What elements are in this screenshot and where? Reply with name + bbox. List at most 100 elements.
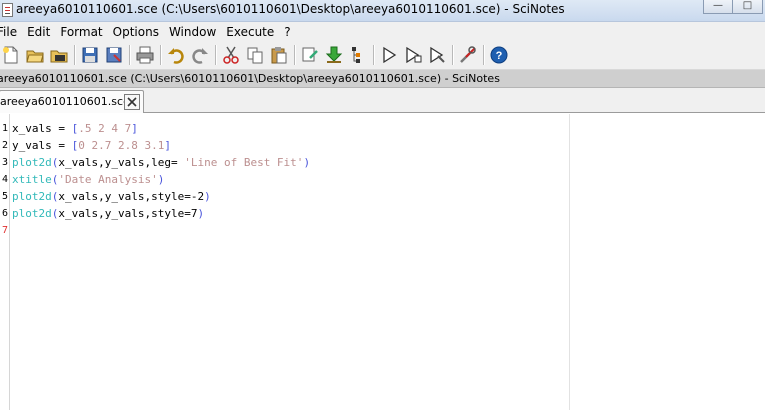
line-number-gutter: 1 2 3 4 5 6 7 (0, 114, 10, 410)
undo-icon (168, 48, 184, 64)
code-token-eq: = (51, 122, 72, 135)
tab-close-button[interactable] (124, 94, 140, 110)
load-into-scilab-icon (325, 46, 343, 63)
open-recent-icon (50, 50, 68, 63)
toolbar: ? (0, 41, 765, 70)
menu-options[interactable]: Options (108, 25, 164, 39)
tab-bar: areeya6010110601.sce (0, 88, 765, 113)
find-replace-icon (302, 47, 318, 62)
paste-button[interactable] (268, 44, 290, 66)
code-line[interactable]: x_vals = [.5 2 4 7] (12, 120, 138, 137)
code-line[interactable]: plot2d(x_vals,y_vals,style=7) (12, 205, 204, 222)
minimize-icon: — (713, 0, 723, 11)
code-token-func: xtitle (12, 173, 52, 186)
file-path-bar: areeya6010110601.sce (C:\Users\601011060… (0, 70, 765, 88)
code-token-ident: x_vals,y_vals,leg= (58, 156, 185, 169)
menu-help[interactable]: ? (279, 25, 295, 39)
code-token-br: ) (204, 190, 211, 203)
code-token-ident: y_vals (12, 139, 52, 152)
new-file-button[interactable] (0, 44, 22, 66)
preferences-button[interactable] (457, 44, 479, 66)
execute-icon (383, 46, 397, 64)
svg-text:?: ? (496, 50, 503, 62)
toolbar-separator (160, 45, 161, 65)
code-token-ident: x_vals (12, 122, 52, 135)
line-number: 6 (1, 208, 8, 219)
cut-button[interactable] (220, 44, 242, 66)
copy-icon (247, 47, 263, 64)
tab-areeya6010110601-sce[interactable]: areeya6010110601.sce (0, 90, 144, 113)
toolbar-separator (74, 45, 75, 65)
code-editor[interactable]: 1 2 3 4 5 6 7 x_vals = [.5 2 4 7] y_vals = [0 2… (0, 114, 765, 410)
load-into-scilab-button[interactable] (323, 44, 345, 66)
execute-until-button[interactable] (402, 44, 424, 66)
copy-button[interactable] (244, 44, 266, 66)
code-token-br: ) (157, 173, 165, 186)
menu-window[interactable]: Window (164, 25, 221, 39)
menu-execute[interactable]: Execute (221, 25, 279, 39)
code-line[interactable]: xtitle('Date Analysis') (12, 171, 164, 188)
help-button[interactable]: ? (488, 44, 510, 66)
help-icon: ? (490, 46, 508, 64)
save-button[interactable] (79, 44, 101, 66)
minimize-button[interactable]: — (703, 0, 733, 14)
code-line[interactable]: plot2d(x_vals,y_vals,style=-2) (12, 188, 211, 205)
open-folder-icon (26, 50, 44, 63)
toolbar-separator (483, 45, 484, 65)
save-as-icon (106, 47, 122, 63)
execute-file-icon (430, 46, 445, 64)
redo-button[interactable] (189, 44, 211, 66)
code-token-num: 0 2.7 2.8 3.1 (78, 139, 165, 152)
code-token-func: plot2d (12, 156, 52, 169)
scinotes-app-icon (2, 3, 13, 17)
close-icon (127, 97, 137, 107)
file-path-label: areeya6010110601.sce (C:\Users\601011060… (0, 72, 500, 85)
code-token-br: ) (303, 156, 311, 169)
code-token-func: plot2d (12, 207, 52, 220)
code-token-func: plot2d (12, 190, 52, 203)
preferences-icon (460, 46, 476, 63)
toolbar-separator (373, 45, 374, 65)
toolbar-separator (215, 45, 216, 65)
open-file-button[interactable] (24, 44, 46, 66)
line-number: 5 (1, 191, 8, 202)
menu-edit[interactable]: Edit (22, 25, 55, 39)
open-recent-button[interactable] (48, 44, 70, 66)
code-token-str: 'Line of Best Fit' (184, 156, 304, 169)
new-file-icon (3, 46, 18, 64)
line-number: 3 (1, 157, 8, 168)
print-icon (136, 46, 154, 64)
menu-format[interactable]: Format (55, 25, 107, 39)
save-icon (82, 47, 98, 63)
execute-until-icon (406, 46, 422, 64)
maximize-button[interactable]: □ (733, 0, 763, 14)
code-token-num: .5 2 4 7 (78, 122, 132, 135)
title-bar: areeya6010110601.sce (C:\Users\601011060… (0, 0, 765, 22)
code-token-ident: x_vals,y_vals,style=-2 (58, 190, 205, 203)
line-number: 4 (1, 174, 8, 185)
find-replace-button[interactable] (299, 44, 321, 66)
code-token-eq: = (51, 139, 72, 152)
variable-browser-button[interactable] (347, 44, 369, 66)
code-token-br: ] (131, 122, 138, 135)
redo-icon (192, 48, 208, 64)
execute-file-button[interactable] (426, 44, 448, 66)
menu-file[interactable]: File (0, 25, 22, 39)
execute-button[interactable] (378, 44, 400, 66)
code-line[interactable]: y_vals = [0 2.7 2.8 3.1] (12, 137, 171, 154)
code-token-str: 'Date Analysis' (58, 173, 158, 186)
toolbar-separator (294, 45, 295, 65)
print-button[interactable] (134, 44, 156, 66)
code-line[interactable]: plot2d(x_vals,y_vals,leg= 'Line of Best … (12, 154, 310, 171)
window-title: areeya6010110601.sce (C:\Users\601011060… (16, 2, 565, 16)
paste-icon (271, 47, 287, 64)
save-as-button[interactable] (103, 44, 125, 66)
code-token-br: ] (164, 139, 171, 152)
menu-bar: File Edit Format Options Window Execute … (0, 22, 765, 41)
variable-browser-icon (352, 47, 360, 63)
toolbar-separator (129, 45, 130, 65)
undo-button[interactable] (165, 44, 187, 66)
right-margin-line (569, 114, 570, 410)
code-token-ident: x_vals,y_vals,style=7 (58, 207, 198, 220)
line-number: 1 (1, 123, 8, 134)
